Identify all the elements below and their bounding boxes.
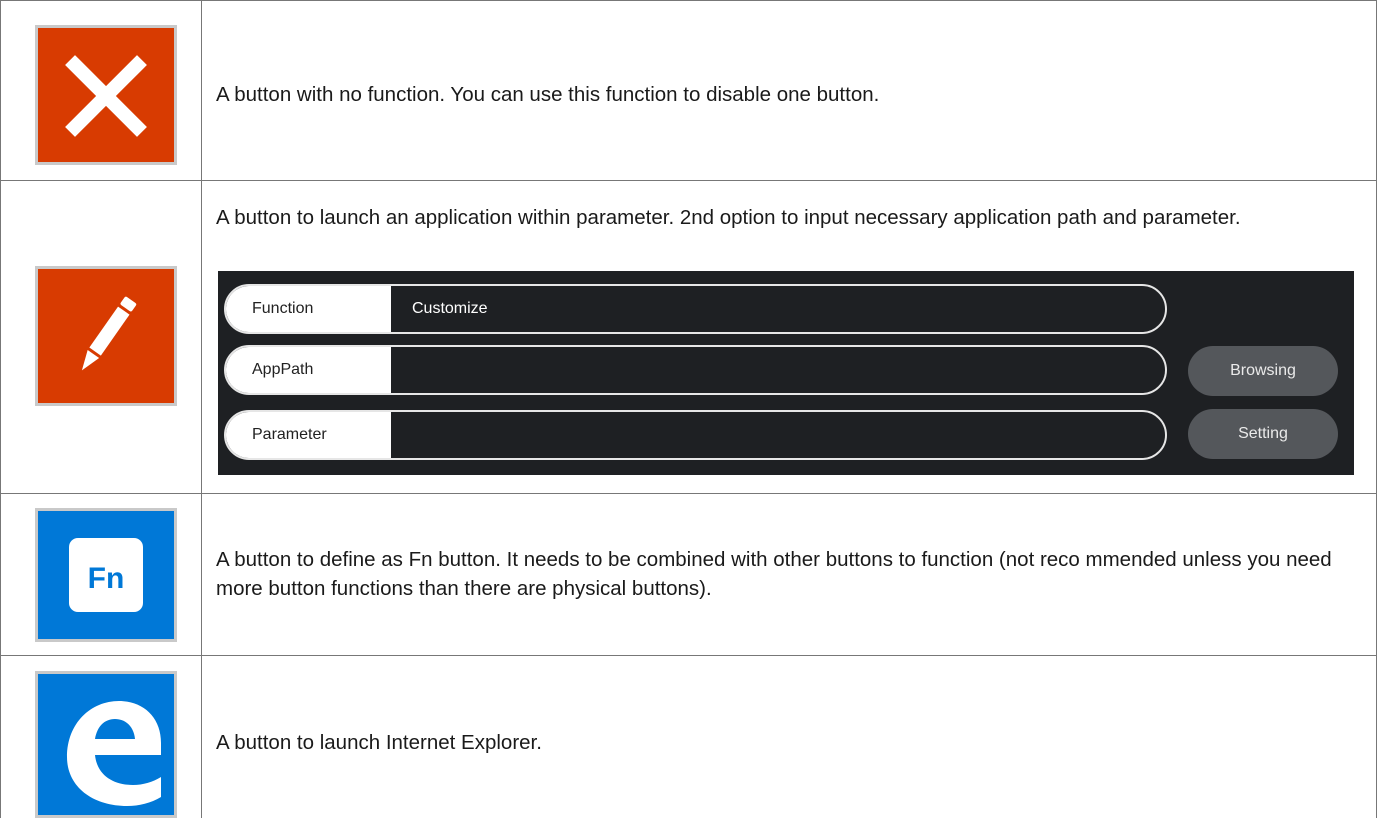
setting-button[interactable]: Setting	[1188, 409, 1338, 459]
row-divider	[0, 655, 1377, 656]
row-divider	[0, 180, 1377, 181]
parameter-field[interactable]: Parameter	[224, 410, 1167, 460]
edge-browser-icon	[67, 701, 161, 806]
table-column-divider	[201, 0, 202, 818]
function-field[interactable]: Function Customize	[224, 284, 1167, 334]
parameter-value	[412, 412, 1165, 458]
parameter-label: Parameter	[226, 412, 391, 458]
pencil-icon	[81, 296, 137, 371]
internet-explorer-tile	[35, 671, 177, 818]
row-description: A button with no function. You can use t…	[216, 83, 880, 106]
row-divider	[0, 493, 1377, 494]
row-description: A button to launch an application within…	[216, 206, 1241, 229]
apppath-value	[412, 347, 1165, 393]
no-function-tile	[35, 25, 177, 165]
svg-text:Fn: Fn	[88, 562, 125, 595]
apppath-label: AppPath	[226, 347, 391, 393]
customize-tile	[35, 266, 177, 406]
browsing-button[interactable]: Browsing	[1188, 346, 1338, 396]
table-border-top	[0, 0, 1377, 1]
function-label: Function	[226, 286, 391, 332]
fn-key-icon: Fn	[69, 538, 143, 612]
fn-tile: Fn	[35, 508, 177, 642]
table-border-left	[0, 0, 1, 818]
customize-settings-panel: Function Customize AppPath Parameter Bro…	[218, 271, 1354, 475]
apppath-field[interactable]: AppPath	[224, 345, 1167, 395]
x-icon	[65, 55, 147, 137]
function-value: Customize	[412, 300, 488, 317]
row-description: A button to launch Internet Explorer.	[216, 731, 542, 754]
row-description: A button to define as Fn button. It need…	[216, 548, 1332, 600]
